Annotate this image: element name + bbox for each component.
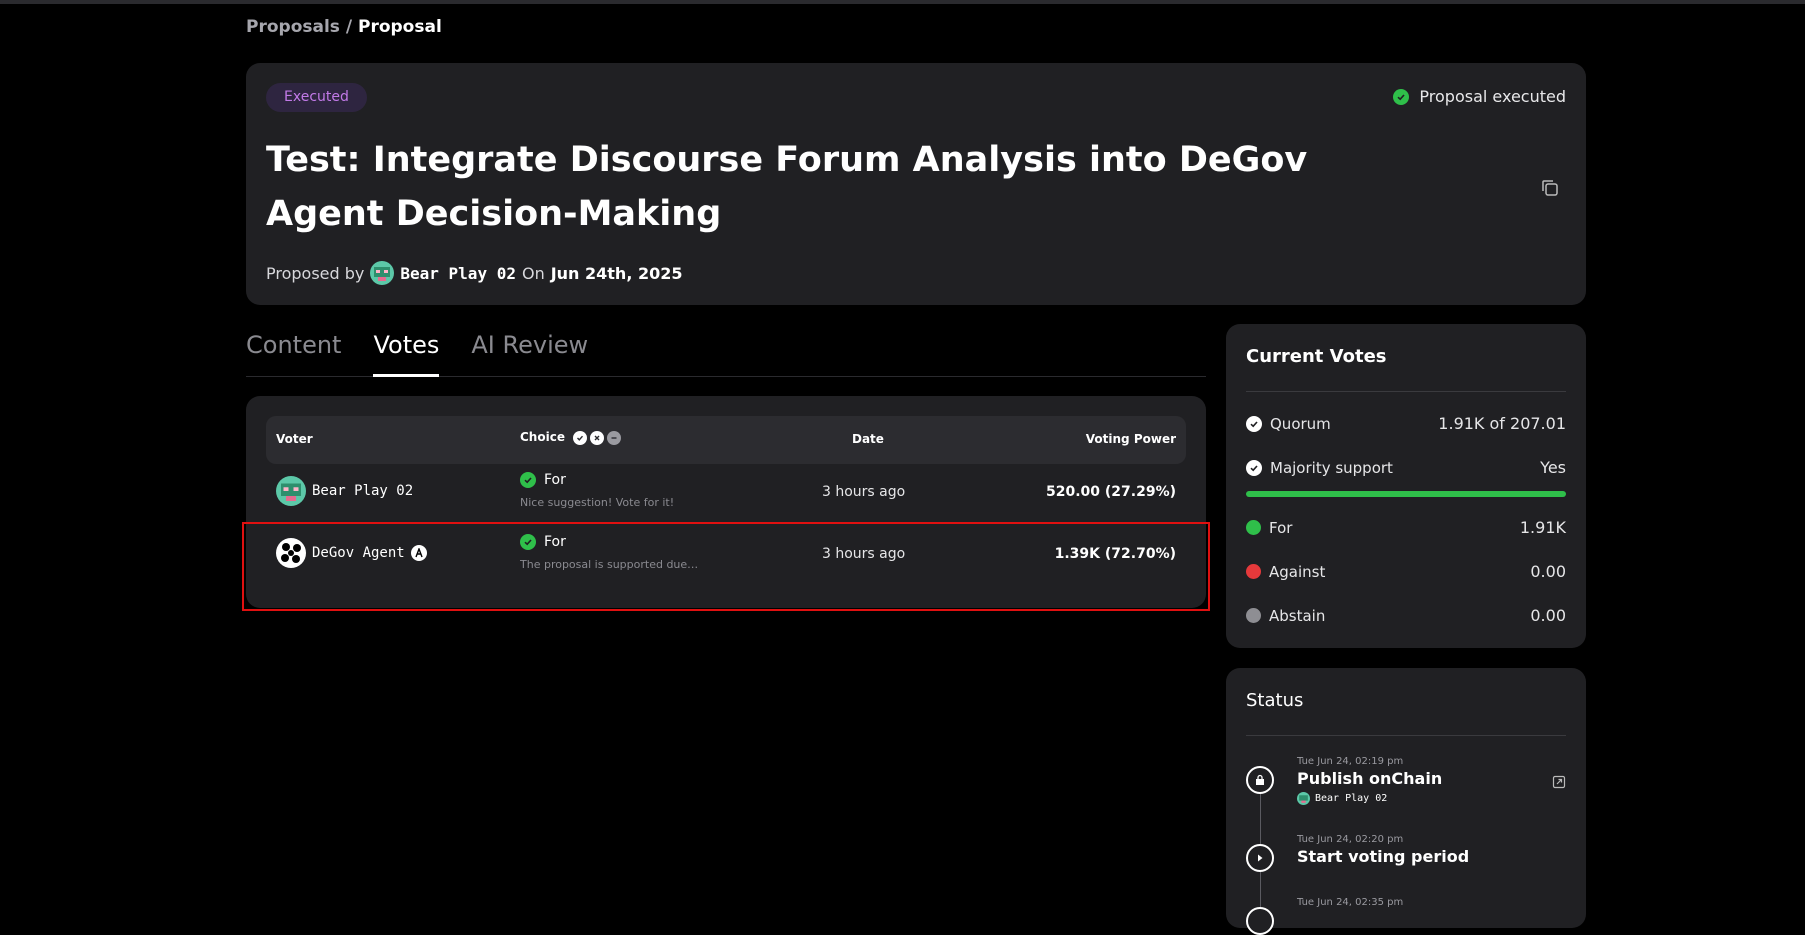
- breadcrumb-separator: /: [345, 17, 353, 37]
- abstain-row: Abstain 0.00: [1246, 606, 1566, 625]
- for-dot-icon: [1246, 520, 1261, 535]
- divider: [1246, 391, 1566, 392]
- highlight-box: [242, 522, 1210, 611]
- votes-table-header: Voter Choice Date Voting Power: [266, 416, 1186, 464]
- quorum-value: 1.91K of 207.01: [1438, 414, 1566, 433]
- majority-value: Yes: [1540, 458, 1566, 477]
- check-icon: [1246, 415, 1262, 432]
- timeline-node-icon: [1246, 907, 1274, 935]
- abstain-value: 0.00: [1530, 606, 1566, 625]
- actor-avatar: [1297, 792, 1310, 805]
- for-value: 1.91K: [1519, 518, 1566, 537]
- proposal-date: Jun 24th, 2025: [550, 263, 683, 283]
- breadcrumb: Proposals / Proposal: [246, 17, 442, 37]
- choice-filter-icons: [573, 430, 622, 445]
- lock-icon: [1246, 766, 1274, 794]
- execution-status: Proposal executed: [1393, 87, 1566, 106]
- current-votes-title: Current Votes: [1246, 346, 1387, 367]
- timeline-time: Tue Jun 24, 02:35 pm: [1297, 897, 1404, 908]
- choice-label: For: [544, 472, 566, 488]
- timeline-time: Tue Jun 24, 02:20 pm: [1297, 834, 1404, 845]
- against-row: Against 0.00: [1246, 562, 1566, 581]
- column-voting-power: Voting Power: [1085, 432, 1176, 446]
- tab-votes[interactable]: Votes: [373, 325, 440, 377]
- status-title: Status: [1246, 690, 1304, 711]
- divider: [1246, 735, 1566, 736]
- against-label: Against: [1269, 562, 1326, 581]
- tab-content[interactable]: Content: [246, 325, 341, 377]
- proposed-by-label: Proposed by: [266, 263, 365, 283]
- timeline-time: Tue Jun 24, 02:19 pm: [1297, 756, 1404, 767]
- for-check-icon: [520, 472, 536, 488]
- timeline-actor: Bear Play 02: [1297, 792, 1387, 805]
- voter-name: Bear Play 02: [312, 483, 414, 499]
- column-choice-label: Choice: [520, 430, 565, 444]
- quorum-label: Quorum: [1270, 414, 1331, 433]
- abstain-dot-icon: [1246, 608, 1261, 623]
- status-badge: Executed: [266, 83, 367, 112]
- choice-cell: For Nice suggestion! Vote for it!: [520, 472, 700, 509]
- external-link-icon[interactable]: [1552, 774, 1566, 789]
- for-progress-bar: [1246, 491, 1566, 497]
- copy-icon[interactable]: [1540, 178, 1560, 198]
- abstain-label: Abstain: [1269, 606, 1326, 625]
- column-voter: Voter: [276, 432, 313, 446]
- cross-icon[interactable]: [590, 430, 605, 445]
- majority-label: Majority support: [1270, 458, 1393, 477]
- status-card: Status Tue Jun 24, 02:19 pm Publish onCh…: [1226, 668, 1586, 935]
- timeline-title: Publish onChain: [1297, 769, 1443, 788]
- check-icon: [1246, 459, 1262, 476]
- check-icon[interactable]: [573, 430, 588, 445]
- play-icon: [1246, 844, 1274, 872]
- breadcrumb-proposals-link[interactable]: Proposals: [246, 17, 340, 37]
- table-row: Bear Play 02 For Nice suggestion! Vote f…: [266, 464, 1186, 524]
- column-choice: Choice: [520, 430, 622, 445]
- vote-date: 3 hours ago: [822, 484, 906, 500]
- proposal-tabs: Content Votes AI Review: [246, 325, 1206, 377]
- against-value: 0.00: [1530, 562, 1566, 581]
- check-circle-icon: [1393, 88, 1410, 105]
- actor-name: Bear Play 02: [1315, 793, 1388, 804]
- proposer-avatar: [370, 261, 395, 285]
- timeline-title: Start voting period: [1297, 847, 1470, 866]
- minus-icon[interactable]: [607, 430, 622, 445]
- voter-avatar: [276, 476, 306, 506]
- vote-reason: Nice suggestion! Vote for it!: [520, 496, 675, 509]
- vote-power: 520.00 (27.29%): [1045, 484, 1176, 500]
- column-date: Date: [852, 432, 884, 446]
- majority-row: Majority support Yes: [1246, 458, 1566, 477]
- current-votes-card: Current Votes Quorum 1.91K of 207.01 Maj…: [1226, 324, 1586, 648]
- execution-status-text: Proposal executed: [1419, 87, 1566, 106]
- for-row: For 1.91K: [1246, 518, 1566, 537]
- window-top-border: [0, 0, 1805, 4]
- proposal-header-card: Executed Proposal executed Test: Integra…: [246, 63, 1586, 305]
- quorum-row: Quorum 1.91K of 207.01: [1246, 414, 1566, 433]
- breadcrumb-current: Proposal: [357, 17, 442, 37]
- proposer-name[interactable]: Bear Play 02: [400, 264, 516, 283]
- against-dot-icon: [1246, 564, 1261, 579]
- on-label: On: [521, 263, 545, 283]
- proposer-line: Proposed by Bear Play 02 On Jun 24th, 20…: [266, 261, 683, 285]
- proposal-title: Test: Integrate Discourse Forum Analysis…: [266, 140, 1308, 234]
- for-label: For: [1269, 518, 1293, 537]
- tab-ai-review[interactable]: AI Review: [471, 325, 588, 377]
- voter-cell[interactable]: Bear Play 02: [276, 476, 413, 506]
